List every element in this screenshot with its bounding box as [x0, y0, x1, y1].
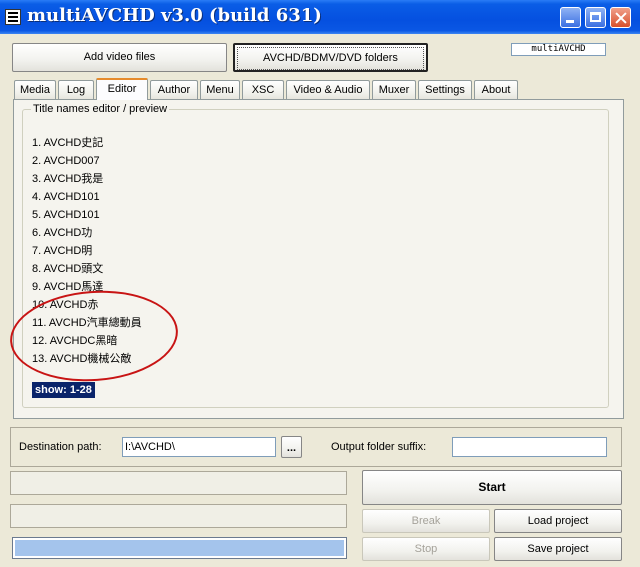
avchd-folders-button[interactable]: AVCHD/BDMV/DVD folders: [233, 43, 428, 72]
load-project-button[interactable]: Load project: [494, 509, 622, 533]
maximize-icon[interactable]: [585, 7, 606, 28]
status-box-1: [10, 471, 347, 495]
title-item[interactable]: 3. AVCHD我是: [32, 170, 142, 188]
avchd-folders-label: AVCHD/BDMV/DVD folders: [237, 47, 424, 70]
progress-bar: [12, 537, 347, 559]
show-range-badge[interactable]: show: 1-28: [32, 382, 95, 398]
window-title: multiAVCHD v3.0 (build 631): [27, 5, 322, 26]
title-item[interactable]: 2. AVCHD007: [32, 152, 142, 170]
title-item[interactable]: 4. AVCHD101: [32, 188, 142, 206]
tab-settings[interactable]: Settings: [418, 80, 472, 99]
tab-log[interactable]: Log: [58, 80, 94, 99]
title-item[interactable]: 5. AVCHD101: [32, 206, 142, 224]
browse-button[interactable]: ...: [281, 436, 302, 458]
add-video-files-label: Add video files: [83, 51, 156, 63]
close-icon[interactable]: [610, 7, 631, 28]
stop-button[interactable]: Stop: [362, 537, 490, 561]
app-icon[interactable]: [5, 9, 21, 25]
break-button[interactable]: Break: [362, 509, 490, 533]
minimize-icon[interactable]: [560, 7, 581, 28]
status-box-2: [10, 504, 347, 528]
add-video-files-button[interactable]: Add video files: [12, 43, 227, 72]
tab-about[interactable]: About: [474, 80, 518, 99]
destination-path-input[interactable]: [122, 437, 276, 457]
tab-editor[interactable]: Editor: [96, 78, 148, 100]
tab-media[interactable]: Media: [14, 80, 56, 99]
app-logo-text: multiAVCHD: [511, 43, 606, 56]
title-item[interactable]: 6. AVCHD功: [32, 224, 142, 242]
progress-fill: [15, 540, 344, 556]
title-names-group-label: Title names editor / preview: [31, 103, 170, 115]
tab-author[interactable]: Author: [150, 80, 198, 99]
tab-muxer[interactable]: Muxer: [372, 80, 416, 99]
title-item[interactable]: 1. AVCHD史記: [32, 134, 142, 152]
title-item[interactable]: 7. AVCHD明: [32, 242, 142, 260]
tab-bar: Media Log Editor Author Menu XSC Video &…: [14, 78, 634, 100]
tab-xsc[interactable]: XSC: [242, 80, 284, 99]
destination-path-label: Destination path:: [19, 441, 102, 453]
output-suffix-label: Output folder suffix:: [331, 441, 427, 453]
tab-video-audio[interactable]: Video & Audio: [286, 80, 370, 99]
output-suffix-input[interactable]: [452, 437, 607, 457]
start-button[interactable]: Start: [362, 470, 622, 505]
title-bar[interactable]: multiAVCHD v3.0 (build 631): [0, 0, 640, 34]
tab-menu[interactable]: Menu: [200, 80, 240, 99]
title-item[interactable]: 8. AVCHD頭文: [32, 260, 142, 278]
save-project-button[interactable]: Save project: [494, 537, 622, 561]
